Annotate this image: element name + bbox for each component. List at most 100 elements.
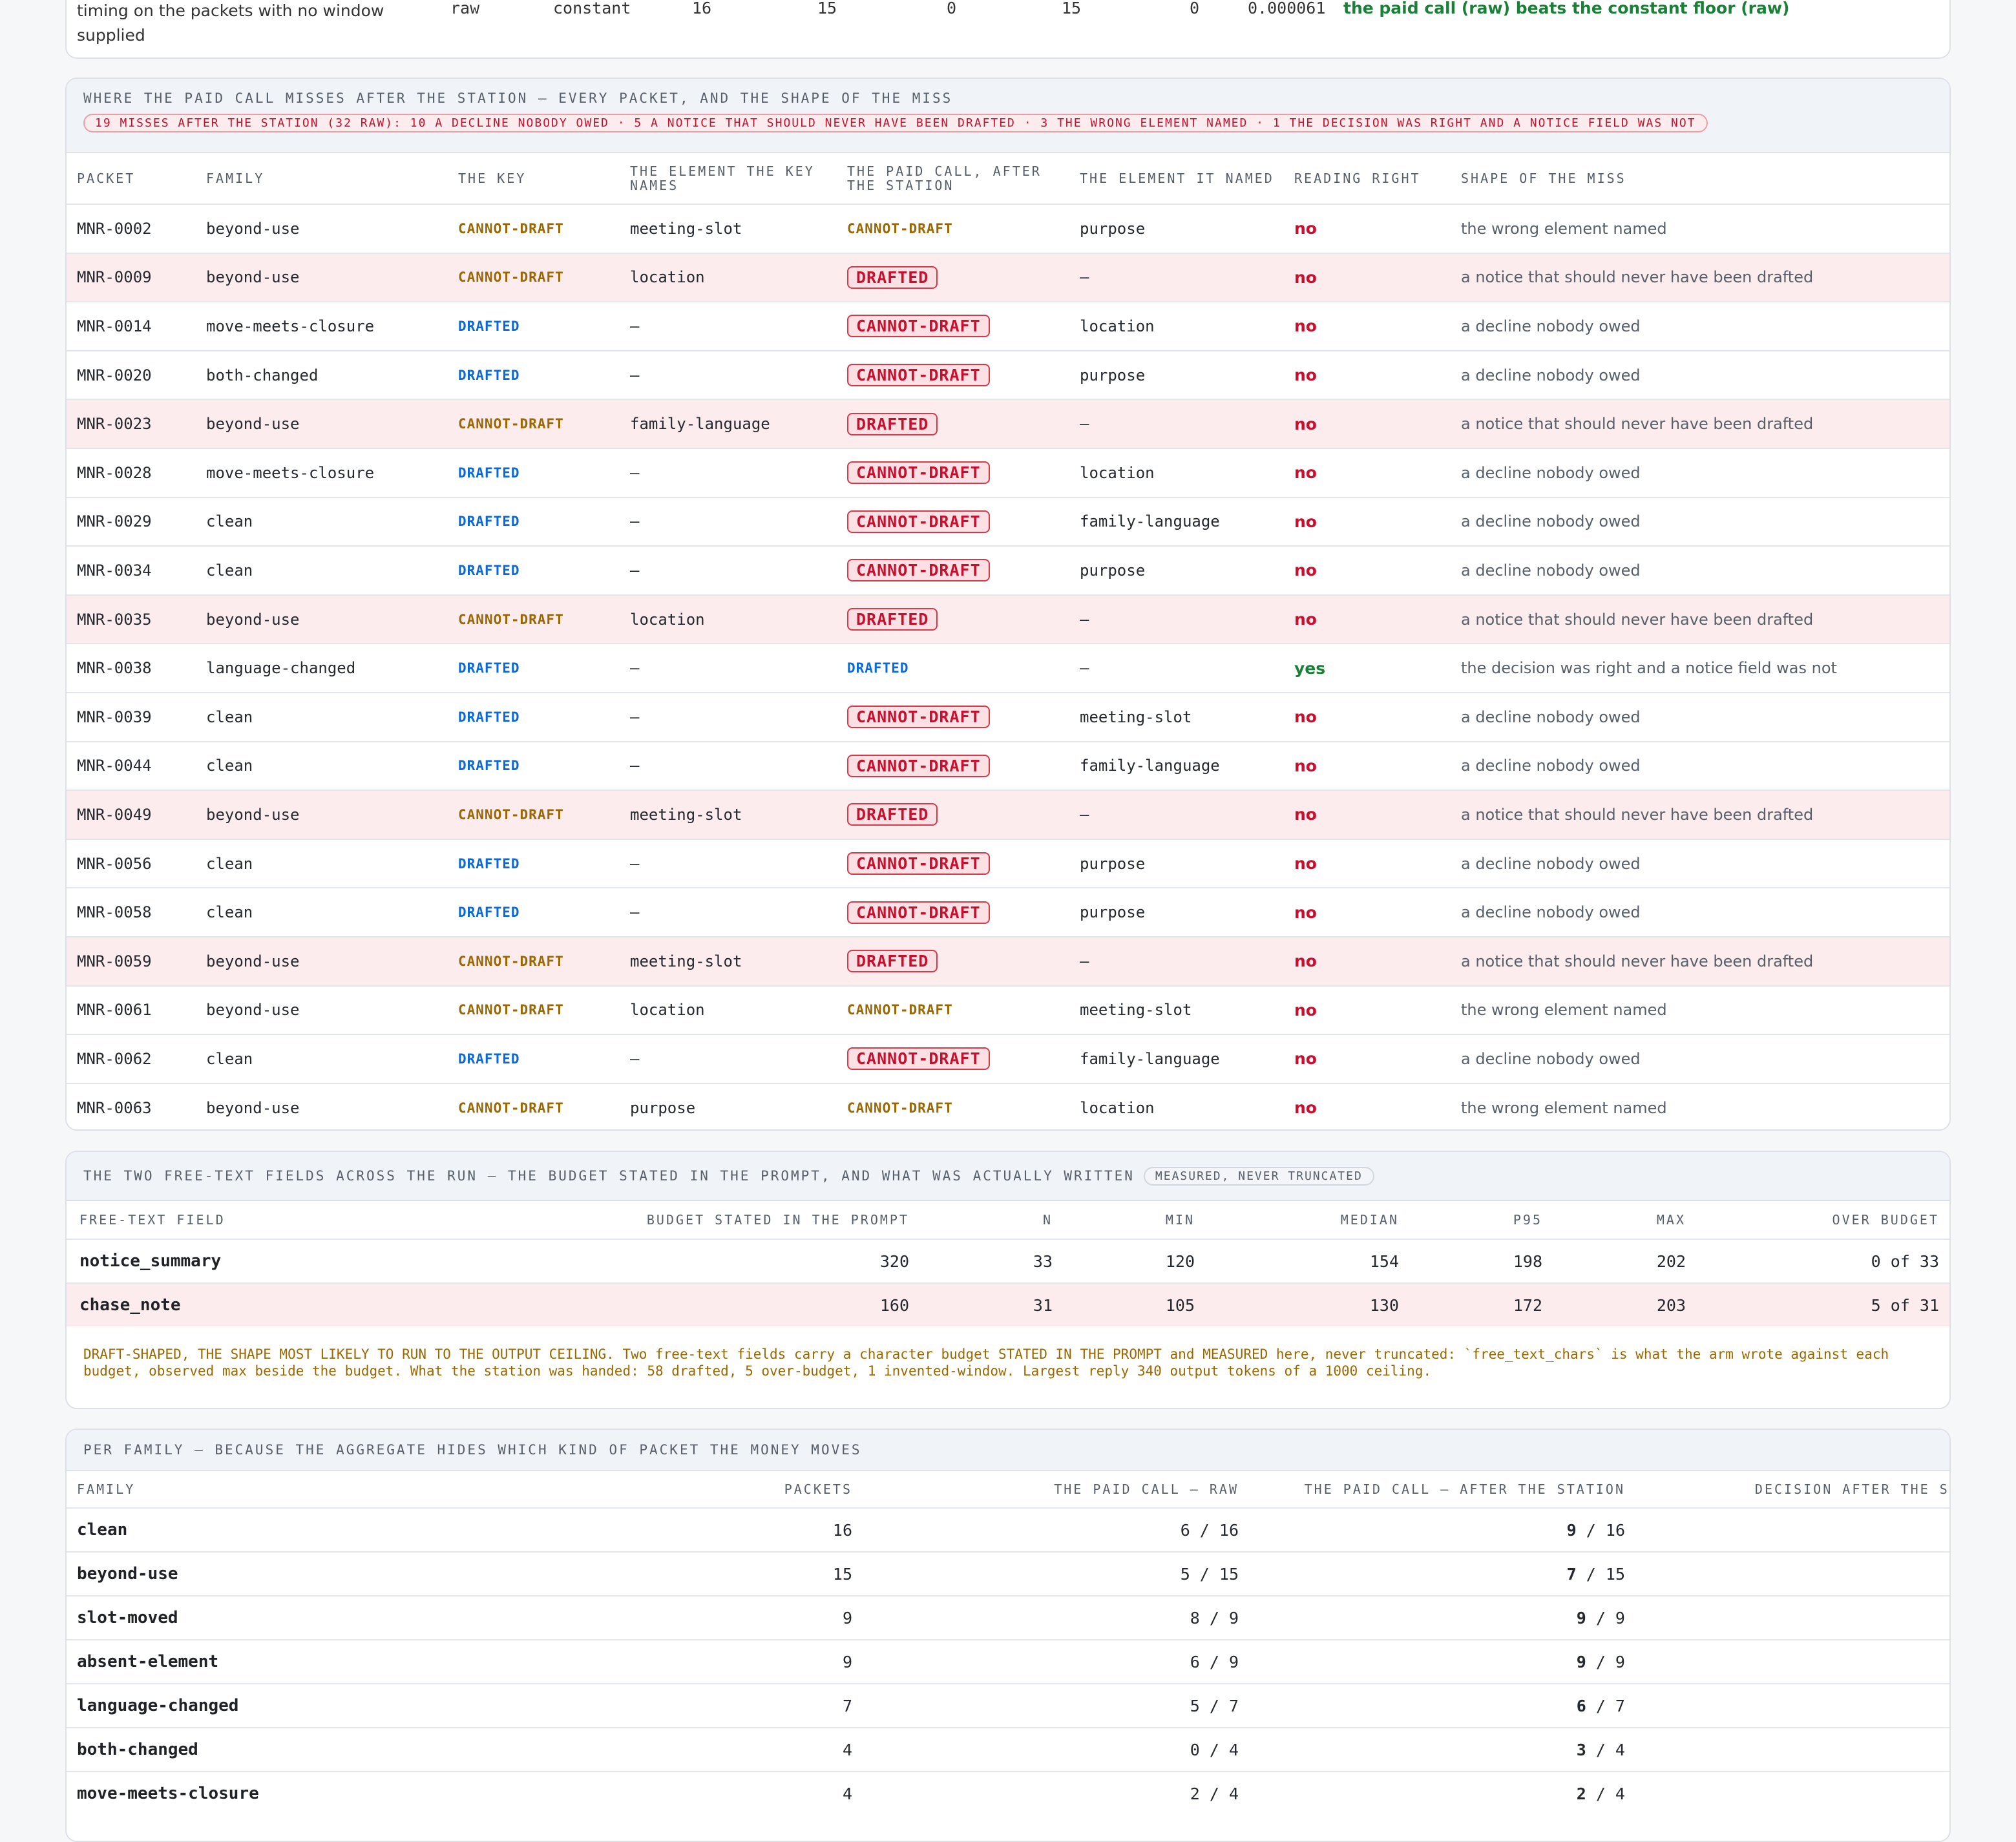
table-row: MNR-0056 clean DRAFTED — CANNOT-DRAFT purpose…: [67, 838, 1949, 888]
packet-id: MNR-0063: [77, 1098, 152, 1117]
value-2: 15: [817, 0, 837, 17]
named-element: meeting-slot: [1080, 1001, 1192, 1020]
table-row: MNR-0059 beyond-use CANNOT-DRAFT meeting-sl…: [67, 936, 1949, 985]
free-text-header-0: FREE-TEXT FIELD: [79, 1212, 226, 1228]
paid-call-decision: DRAFTED: [847, 266, 938, 289]
key-element: —: [630, 317, 640, 335]
named-element: purpose: [1080, 219, 1146, 238]
after-total: / 4: [1586, 1740, 1625, 1759]
miss-shape: a decline nobody owed: [1461, 463, 1641, 482]
key-element: —: [630, 854, 640, 873]
miss-shape: a decline nobody owed: [1461, 1049, 1641, 1068]
family-name: absent-element: [77, 1652, 219, 1671]
reading-right: no: [1294, 414, 1317, 434]
paid-call-cell: CANNOT-DRAFT: [847, 1035, 990, 1083]
per-family-header-4: DECISION AFTER THE STATION: [1754, 1481, 1949, 1497]
reading-right-cell: no: [1294, 1084, 1317, 1129]
arm-b: constant: [553, 0, 631, 17]
miss-shape: a decline nobody owed: [1461, 512, 1641, 531]
decision-after: 3 / 4: [1630, 1728, 1949, 1771]
reading-right-cell: no: [1294, 987, 1317, 1034]
packet-count: 16: [832, 1520, 852, 1540]
paid-call-decision: CANNOT-DRAFT: [847, 901, 990, 924]
miss-shape: a notice that should never have been dra…: [1461, 952, 1814, 970]
free-text-n: 33: [1033, 1251, 1053, 1271]
table-row: move-meets-closure42 / 42 / 42 / 4: [67, 1771, 1949, 1815]
key-decision: CANNOT-DRAFT: [458, 953, 564, 969]
key-decision: DRAFTED: [458, 562, 520, 578]
family: beyond-use: [206, 1001, 300, 1020]
decision-after: 7 / 7: [1630, 1684, 1949, 1727]
key-element: meeting-slot: [630, 805, 742, 824]
key-element: —: [630, 1049, 640, 1068]
reading-right: no: [1294, 854, 1317, 874]
after-correct: 7: [1566, 1564, 1577, 1584]
named-element: family-language: [1080, 1049, 1220, 1068]
key-cell: DRAFTED: [458, 840, 520, 888]
key-cell: CANNOT-DRAFT: [458, 791, 564, 839]
family: clean: [206, 1049, 253, 1068]
table-row: MNR-0044 clean DRAFTED — CANNOT-DRAFT family-…: [67, 740, 1949, 790]
table-row: notice_summary 320 33 120 154 198 202 0 of 33: [67, 1239, 1949, 1282]
paid-call-raw: 5 / 7: [1190, 1696, 1239, 1715]
free-text-card: THE TWO FREE-TEXT FIELDS ACROSS THE RUN …: [65, 1151, 1951, 1409]
key-decision: DRAFTED: [458, 514, 520, 530]
misses-header-0: PACKET: [77, 171, 136, 186]
miss-shape: the wrong element named: [1461, 219, 1667, 238]
key-decision: DRAFTED: [458, 660, 520, 676]
table-row: MNR-0039 clean DRAFTED — CANNOT-DRAFT meeting…: [67, 692, 1949, 741]
table-row: language-changed75 / 76 / 77 / 7: [67, 1683, 1949, 1727]
named-element: meeting-slot: [1080, 707, 1192, 726]
packet-id: MNR-0035: [77, 610, 152, 629]
table-row: slot-moved98 / 99 / 99 / 9: [67, 1595, 1949, 1639]
reading-right: no: [1294, 1098, 1317, 1118]
key-element: —: [630, 903, 640, 922]
measured-badge: MEASURED, NEVER TRUNCATED: [1143, 1166, 1374, 1186]
paid-call-cell: CANNOT-DRAFT: [847, 302, 990, 350]
key-element: location: [630, 1001, 705, 1020]
after-correct: 2: [1576, 1784, 1586, 1803]
paid-call-decision: CANNOT-DRAFT: [847, 559, 990, 582]
misses-header: WHERE THE PAID CALL MISSES AFTER THE STA…: [67, 79, 1949, 153]
paid-call-decision: CANNOT-DRAFT: [847, 1100, 953, 1116]
reading-right-cell: no: [1294, 254, 1317, 302]
free-text-column-headers: FREE-TEXT FIELD BUDGET STATED IN THE PROM…: [67, 1201, 1949, 1239]
family: move-meets-closure: [206, 463, 375, 482]
key-decision: DRAFTED: [458, 905, 520, 921]
key-decision: DRAFTED: [458, 709, 520, 725]
table-row: beyond-use155 / 157 / 157 / 15: [67, 1551, 1949, 1595]
packet-id: MNR-0029: [77, 512, 152, 531]
free-text-title: THE TWO FREE-TEXT FIELDS ACROSS THE RUN …: [83, 1168, 1135, 1184]
after-total: / 15: [1576, 1564, 1625, 1584]
reading-right-cell: no: [1294, 742, 1317, 790]
paid-call-cell: CANNOT-DRAFT: [847, 449, 990, 497]
p-value: 0.000061: [1248, 0, 1326, 17]
per-family-header: PER FAMILY — BECAUSE THE AGGREGATE HIDES…: [67, 1430, 1949, 1471]
reading-right-cell: no: [1294, 840, 1317, 888]
free-text-field: notice_summary: [79, 1251, 222, 1271]
free-text-median: 130: [1369, 1295, 1399, 1315]
table-row: both-changed40 / 43 / 43 / 4: [67, 1727, 1949, 1771]
free-text-min: 105: [1165, 1295, 1195, 1315]
family: clean: [206, 903, 253, 922]
free-text-header-6: MAX: [1656, 1212, 1686, 1228]
key-cell: DRAFTED: [458, 644, 520, 692]
comparison-label: timing on the packets with no window sup…: [77, 0, 384, 48]
family: clean: [206, 854, 253, 873]
key-cell: DRAFTED: [458, 302, 520, 350]
named-element: purpose: [1080, 561, 1146, 580]
family-name: beyond-use: [77, 1564, 178, 1584]
misses-column-headers: PACKET FAMILY THE KEY THE ELEMENT THE KEY N…: [67, 153, 1949, 204]
reading-right-cell: no: [1294, 596, 1317, 644]
packet-id: MNR-0039: [77, 707, 152, 726]
table-row: MNR-0028 move-meets-closure DRAFTED — CANNOT…: [67, 448, 1949, 497]
family-name: both-changed: [77, 1740, 198, 1759]
reading-right-cell: no: [1294, 351, 1317, 399]
table-row: MNR-0038 language-changed DRAFTED — DRAFTED —…: [67, 643, 1949, 692]
paid-call-cell: CANNOT-DRAFT: [847, 351, 990, 399]
packet-count: 7: [842, 1696, 852, 1715]
named-element: purpose: [1080, 903, 1146, 922]
key-element: location: [630, 610, 705, 629]
misses-card: WHERE THE PAID CALL MISSES AFTER THE STA…: [65, 78, 1951, 1131]
reading-right: no: [1294, 903, 1317, 922]
